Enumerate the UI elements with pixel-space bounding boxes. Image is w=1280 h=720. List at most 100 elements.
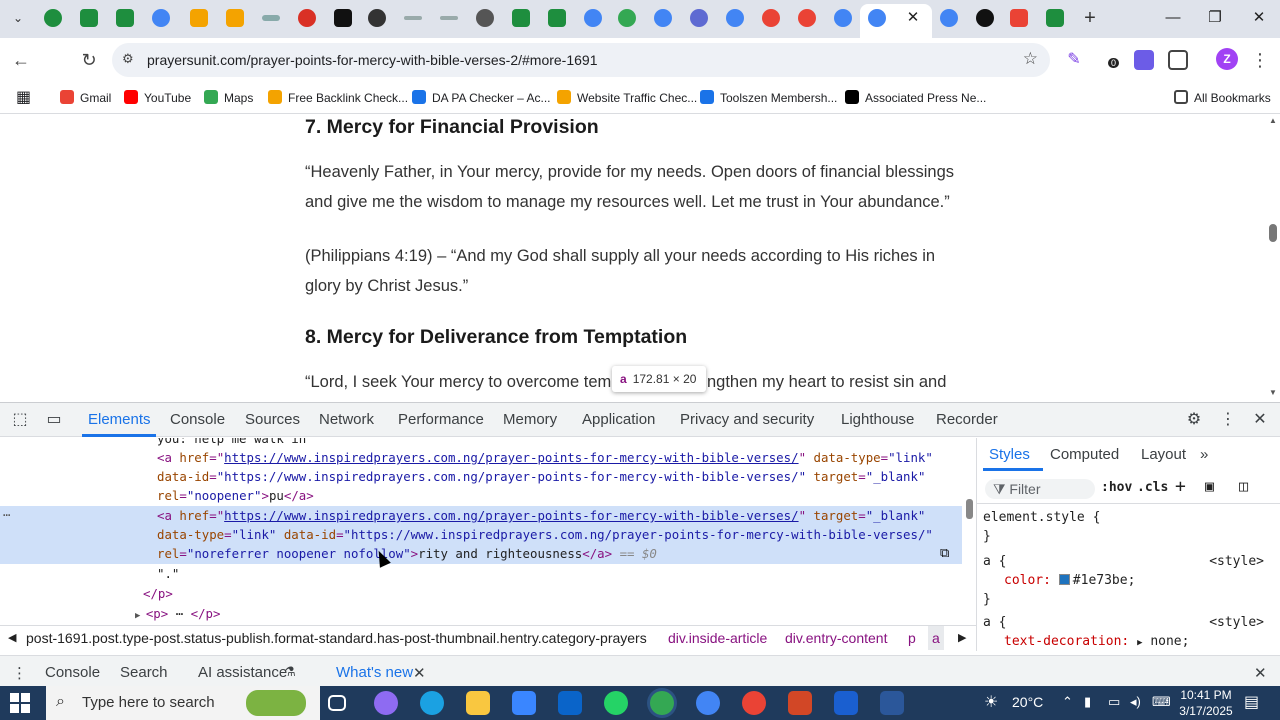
chrome-icon[interactable] [650, 691, 674, 715]
tab-favicon-11[interactable] [404, 16, 422, 20]
tab-favicon-3[interactable] [116, 9, 134, 27]
dom-anchor-1-line-3[interactable]: rel="noopener">pu</a> [157, 486, 314, 506]
page-scroll-thumb[interactable] [1269, 224, 1277, 242]
inspect-element-icon[interactable]: ⬚ [10, 410, 30, 430]
sidebar-toggle-icon[interactable]: ◫ [1239, 477, 1248, 495]
dom-text-line[interactable]: you: help me walk in [157, 438, 306, 449]
decoration-declaration[interactable]: text-decoration: ▶ none; [1004, 634, 1189, 649]
taskbar-clock[interactable]: 10:41 PM 3/17/2025 [1178, 686, 1234, 720]
color-swatch[interactable] [1058, 574, 1070, 585]
tab-favicon-21[interactable] [762, 9, 780, 27]
expand-triangle-icon[interactable]: ▶ [1137, 638, 1142, 648]
edge-icon[interactable] [420, 691, 444, 715]
tab-favicon-13[interactable] [476, 9, 494, 27]
style-source-link[interactable]: <style> [1209, 554, 1264, 569]
close-devtools-icon[interactable]: ✕ [1250, 410, 1270, 430]
apps-grid-icon[interactable]: ▦ [16, 87, 31, 109]
tab-favicon-20[interactable] [726, 9, 744, 27]
tab-network[interactable]: Network [319, 411, 374, 428]
minimize-button[interactable]: — [1158, 6, 1188, 30]
tab-favicon-17[interactable] [618, 9, 636, 27]
tab-favicon-6[interactable] [226, 9, 244, 27]
crumb-scroll-right-icon[interactable]: ▶ [958, 626, 966, 650]
tab-favicon-8[interactable] [298, 9, 316, 27]
volume-icon[interactable]: ◂) [1130, 694, 1141, 710]
tab-elements[interactable]: Elements [88, 411, 151, 428]
tab-favicon-15[interactable] [548, 9, 566, 27]
tab-search-icon[interactable]: ⌄ [9, 9, 27, 27]
devtools-menu-icon[interactable]: ⋮ [1218, 410, 1238, 430]
tab-favicon-9[interactable] [334, 9, 352, 27]
drawer-tab-ai-assistance[interactable]: AI assistance [198, 664, 287, 681]
crumb-article-class[interactable]: post-1691.post.type-post.status-publish.… [26, 626, 647, 650]
drawer-tab-search[interactable]: Search [120, 664, 168, 681]
tab-lighthouse[interactable]: Lighthouse [841, 411, 914, 428]
battery-icon[interactable]: ▭ [1108, 694, 1120, 710]
crumb-inside-article[interactable]: div.inside-article [668, 626, 767, 650]
word-icon[interactable] [880, 691, 904, 715]
crumb-entry-content[interactable]: div.entry-content [785, 626, 887, 650]
tab-favicon-7[interactable] [262, 15, 280, 21]
settings-gear-icon[interactable]: ⚙ [1184, 410, 1204, 430]
tab-computed[interactable]: Computed [1050, 446, 1119, 463]
tab-favicon-22[interactable] [798, 9, 816, 27]
tab-favicon-1[interactable] [44, 9, 62, 27]
tab-application[interactable]: Application [582, 411, 655, 428]
tray-chevron-icon[interactable]: ⌃ [1062, 694, 1073, 710]
dom-anchor-2-line-1[interactable]: <a href="https://www.inspiredprayers.com… [157, 506, 925, 526]
expand-triangle-icon[interactable]: ▶ [135, 611, 146, 621]
bookmark-free-backlink[interactable]: Free Backlink Check... [268, 87, 408, 109]
style-source-link[interactable]: <style> [1209, 615, 1264, 630]
whatsapp-icon[interactable] [604, 691, 628, 715]
bookmark-da-pa[interactable]: DA PA Checker – Ac... [412, 87, 551, 109]
tab-favicon-12[interactable] [440, 16, 458, 20]
tab-styles[interactable]: Styles [989, 446, 1030, 463]
collapsed-dots[interactable]: ⋯ [176, 606, 183, 621]
node-actions-icon[interactable]: ⋯ [3, 508, 10, 522]
screenshot-node-icon[interactable]: ⧉ [940, 544, 949, 564]
profile-avatar[interactable]: Z [1216, 48, 1238, 70]
tab-close-icon[interactable]: ✕ [904, 9, 922, 27]
windows-start-icon[interactable] [10, 693, 30, 713]
back-arrow-icon[interactable]: ← [8, 47, 34, 73]
element-style-rule[interactable]: element.style { [983, 510, 1100, 525]
extensions-puzzle-icon[interactable] [1168, 50, 1188, 70]
extension-counter-icon[interactable]: 0 [1100, 50, 1120, 70]
close-drawer-icon[interactable]: ✕ [1254, 664, 1267, 682]
new-tab-button[interactable]: + [1080, 7, 1100, 29]
tab-favicon-24[interactable] [940, 9, 958, 27]
tab-favicon-5[interactable] [190, 9, 208, 27]
scroll-down-icon[interactable]: ▼ [1268, 388, 1278, 397]
chrome-profile-3-icon[interactable] [742, 691, 766, 715]
bookmark-associated-press[interactable]: Associated Press Ne... [845, 87, 986, 109]
close-window-button[interactable]: ✕ [1244, 6, 1274, 30]
all-bookmarks[interactable]: All Bookmarks [1174, 87, 1271, 109]
weather-icon[interactable]: ☀ [984, 692, 998, 712]
notifications-icon[interactable]: ▤ [1244, 692, 1259, 712]
store-icon[interactable] [512, 691, 536, 715]
drawer-tab-console[interactable]: Console [45, 664, 100, 681]
dom-scrollbar[interactable] [962, 438, 976, 634]
new-rule-icon[interactable]: + [1175, 476, 1186, 497]
dom-next-p[interactable]: ▶ <p> ⋯ </p> [135, 604, 220, 624]
dom-scroll-thumb[interactable] [966, 499, 973, 519]
tab-favicon-10[interactable] [368, 9, 386, 27]
tab-favicon-14[interactable] [512, 9, 530, 27]
chrome-profile-2-icon[interactable] [696, 691, 720, 715]
more-tabs-icon[interactable]: » [1200, 446, 1208, 463]
device-toolbar-icon[interactable]: ▭ [44, 410, 64, 430]
restore-button[interactable]: ❐ [1200, 6, 1230, 30]
dom-anchor-1-line-1[interactable]: <a href="https://www.inspiredprayers.com… [157, 448, 933, 468]
task-view-icon[interactable] [328, 695, 346, 711]
extension-d-icon[interactable] [1134, 50, 1154, 70]
copilot-icon[interactable] [374, 691, 398, 715]
tab-memory[interactable]: Memory [503, 411, 557, 428]
a-rule-selector[interactable]: a { [983, 615, 1006, 630]
tab-favicon-2[interactable] [80, 9, 98, 27]
powerpoint-icon[interactable] [788, 691, 812, 715]
outlook-icon[interactable] [558, 691, 582, 715]
tab-favicon-23[interactable] [834, 9, 852, 27]
href-link[interactable]: https://www.inspiredprayers.com.ng/praye… [224, 450, 798, 465]
tab-favicon-16[interactable] [584, 9, 602, 27]
scroll-up-icon[interactable]: ▲ [1268, 116, 1278, 125]
